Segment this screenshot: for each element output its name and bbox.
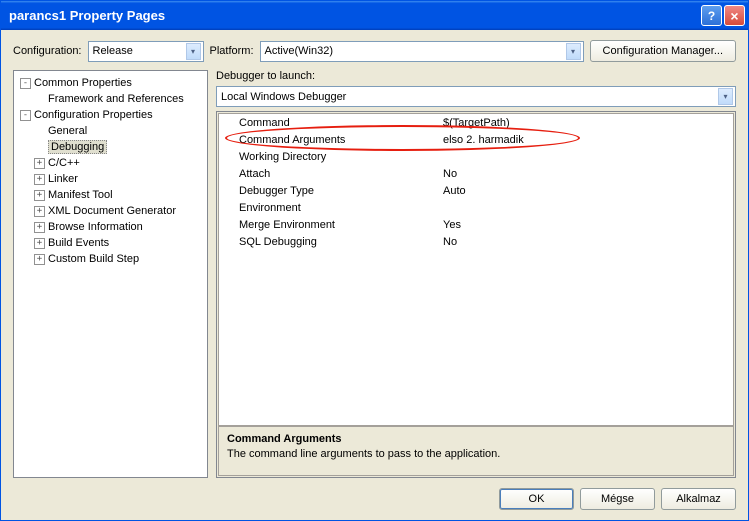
- tree-manifest-tool[interactable]: +Manifest Tool: [16, 187, 205, 203]
- tree-config-properties[interactable]: -Configuration Properties: [16, 107, 205, 123]
- expand-icon[interactable]: +: [34, 206, 45, 217]
- platform-label: Platform:: [210, 45, 254, 57]
- tree-panel[interactable]: -Common Properties Framework and Referen…: [13, 70, 208, 478]
- grid-row-sql-debugging[interactable]: SQL DebuggingNo: [219, 233, 733, 250]
- expand-icon[interactable]: +: [34, 254, 45, 265]
- dialog-buttons: OK Mégse Alkalmaz: [13, 486, 736, 510]
- tree-general[interactable]: General: [16, 123, 205, 139]
- expand-icon[interactable]: +: [34, 222, 45, 233]
- grid-row-debugger-type[interactable]: Debugger TypeAuto: [219, 182, 733, 199]
- tree-cpp[interactable]: +C/C++: [16, 155, 205, 171]
- grid-row-environment[interactable]: Environment: [219, 199, 733, 216]
- help-button[interactable]: ?: [701, 5, 722, 26]
- debugger-launch-label: Debugger to launch:: [216, 70, 736, 82]
- expand-icon[interactable]: +: [34, 158, 45, 169]
- expand-icon[interactable]: +: [34, 174, 45, 185]
- property-grid[interactable]: Command$(TargetPath) Command Argumentsel…: [218, 113, 734, 426]
- chevron-down-icon: ▾: [566, 43, 581, 60]
- close-icon: ×: [730, 8, 738, 24]
- help-icon: ?: [708, 9, 715, 23]
- ok-button[interactable]: OK: [499, 488, 574, 510]
- apply-button[interactable]: Alkalmaz: [661, 488, 736, 510]
- tree-build-events[interactable]: +Build Events: [16, 235, 205, 251]
- expand-icon[interactable]: +: [34, 238, 45, 249]
- window-title: parancs1 Property Pages: [9, 8, 701, 23]
- config-manager-button[interactable]: Configuration Manager...: [590, 40, 736, 62]
- property-pages-window: parancs1 Property Pages ? × Configuratio…: [0, 0, 749, 521]
- configuration-label: Configuration:: [13, 45, 82, 57]
- grid-row-attach[interactable]: AttachNo: [219, 165, 733, 182]
- tree-linker[interactable]: +Linker: [16, 171, 205, 187]
- description-panel: Command Arguments The command line argum…: [218, 426, 734, 476]
- grid-row-merge-environment[interactable]: Merge EnvironmentYes: [219, 216, 733, 233]
- tree-framework-refs[interactable]: Framework and References: [16, 91, 205, 107]
- configuration-value: Release: [93, 45, 186, 57]
- chevron-down-icon: ▾: [186, 43, 201, 60]
- tree-debugging[interactable]: Debugging: [16, 139, 205, 155]
- platform-value: Active(Win32): [265, 45, 566, 57]
- description-text: The command line arguments to pass to th…: [227, 448, 725, 460]
- grid-row-working-directory[interactable]: Working Directory: [219, 148, 733, 165]
- grid-row-command[interactable]: Command$(TargetPath): [219, 114, 733, 131]
- platform-combo[interactable]: Active(Win32) ▾: [260, 41, 584, 62]
- close-button[interactable]: ×: [724, 5, 745, 26]
- property-grid-panel: Command$(TargetPath) Command Argumentsel…: [216, 111, 736, 478]
- tree-custom-build[interactable]: +Custom Build Step: [16, 251, 205, 267]
- configuration-combo[interactable]: Release ▾: [88, 41, 204, 62]
- tree-browse-info[interactable]: +Browse Information: [16, 219, 205, 235]
- cancel-button[interactable]: Mégse: [580, 488, 655, 510]
- collapse-icon[interactable]: -: [20, 110, 31, 121]
- titlebar[interactable]: parancs1 Property Pages ? ×: [1, 1, 748, 30]
- grid-row-command-arguments[interactable]: Command Argumentselso 2. harmadik: [219, 131, 733, 148]
- chevron-down-icon: ▾: [718, 88, 733, 105]
- expand-icon[interactable]: +: [34, 190, 45, 201]
- tree-common-properties[interactable]: -Common Properties: [16, 75, 205, 91]
- config-toolbar: Configuration: Release ▾ Platform: Activ…: [13, 40, 736, 62]
- debugger-launch-combo[interactable]: Local Windows Debugger ▾: [216, 86, 736, 107]
- tree-xml-doc-gen[interactable]: +XML Document Generator: [16, 203, 205, 219]
- collapse-icon[interactable]: -: [20, 78, 31, 89]
- description-title: Command Arguments: [227, 433, 725, 445]
- debugger-launch-value: Local Windows Debugger: [221, 91, 718, 103]
